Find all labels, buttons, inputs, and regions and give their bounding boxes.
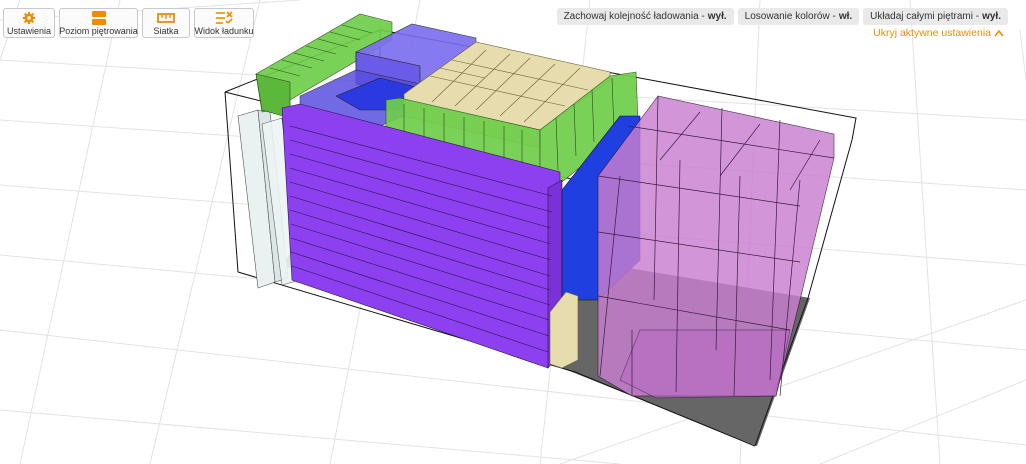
keep-order-label: Zachowaj kolejność ładowania bbox=[563, 11, 699, 22]
stacking-level-label: Poziom piętrowania bbox=[59, 26, 138, 36]
random-colors-chip[interactable]: Losowanie kolorów - wł. bbox=[737, 8, 860, 25]
list-check-icon bbox=[216, 11, 233, 24]
load-view-button[interactable]: Widok ładunku bbox=[194, 8, 254, 38]
chevron-up-icon bbox=[994, 29, 1004, 37]
grid-label: Siatka bbox=[153, 26, 179, 36]
full-floors-chip[interactable]: Układaj całymi piętrami - wył. bbox=[863, 8, 1008, 25]
hide-active-settings-link[interactable]: Ukryj aktywne ustawienia bbox=[873, 27, 1004, 39]
layers-icon bbox=[91, 11, 106, 25]
keep-order-value: wył. bbox=[707, 11, 727, 22]
settings-button[interactable]: Ustawienia bbox=[3, 8, 55, 38]
ruler-icon bbox=[157, 13, 175, 23]
view-toolbar: Ustawienia Poziom piętrowania Siatka Wid… bbox=[3, 8, 254, 38]
gear-icon bbox=[22, 11, 36, 25]
random-colors-label: Losowanie kolorów bbox=[744, 11, 830, 22]
full-floors-label: Układaj całymi piętrami bbox=[870, 11, 973, 22]
load-view-label: Widok ładunku bbox=[194, 26, 254, 36]
active-settings: Zachowaj kolejność ładowania - wył. Loso… bbox=[556, 8, 1008, 25]
random-colors-value: wł. bbox=[838, 11, 853, 22]
keep-order-chip[interactable]: Zachowaj kolejność ładowania - wył. bbox=[556, 8, 734, 25]
grid-button[interactable]: Siatka bbox=[142, 8, 190, 38]
full-floors-value: wył. bbox=[982, 11, 1001, 22]
stacking-level-button[interactable]: Poziom piętrowania bbox=[59, 8, 138, 38]
cargo-pink-stack bbox=[597, 95, 835, 399]
3d-load-view[interactable] bbox=[0, 0, 1026, 464]
hide-active-settings-label: Ukryj aktywne ustawienia bbox=[873, 27, 991, 39]
settings-label: Ustawienia bbox=[6, 26, 52, 36]
